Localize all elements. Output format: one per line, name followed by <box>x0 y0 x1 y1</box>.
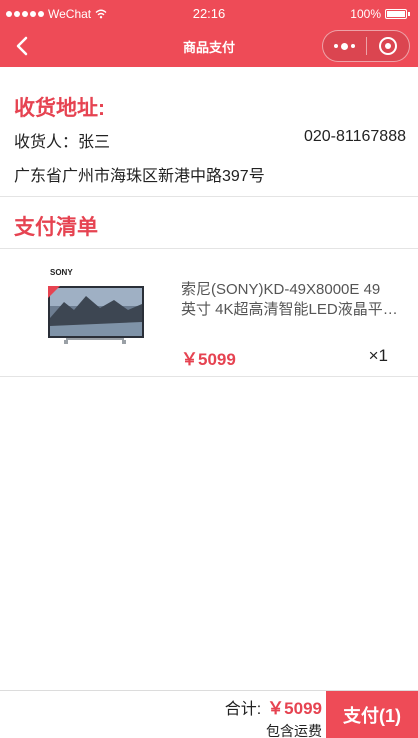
nav-bar: 商品支付 <box>0 26 418 67</box>
battery-label: 100% <box>350 7 381 21</box>
mini-program-capsule <box>322 30 410 62</box>
status-bar: WeChat 22:16 100% <box>0 0 418 26</box>
total-label: 合计: <box>224 701 262 718</box>
receiver-phone: 020-81167888 <box>303 128 406 145</box>
checkout-bar: 合计: ￥5099 包含运费 支付(1) <box>0 690 418 738</box>
battery-group: 100% <box>350 7 410 21</box>
product-quantity: ×1 <box>368 346 388 365</box>
phone-screen: WeChat 22:16 100% 商品支付 收货地址: 收货人：张三 020-… <box>0 0 418 738</box>
receiver-name: 收货人：张三 <box>14 134 111 151</box>
product-name-line: 英寸 4K超高清智能LED液晶平板电视 <box>181 301 409 318</box>
shipping-note: 包含运费 <box>266 723 322 738</box>
product-price: ￥5099 <box>181 350 236 369</box>
more-button[interactable] <box>323 31 366 61</box>
address-detail: 广东省广州市海珠区新港中路397号 <box>14 168 265 185</box>
divider <box>0 196 418 197</box>
target-icon <box>378 37 397 55</box>
total-row: 合计: ￥5099 <box>225 694 322 719</box>
divider <box>0 376 418 377</box>
order-section-title: 支付清单 <box>14 216 98 239</box>
product-name-line: 索尼(SONY)KD-49X8000E 49 <box>181 281 381 298</box>
top-bar: WeChat 22:16 100% 商品支付 <box>0 0 418 67</box>
divider <box>0 248 418 249</box>
total-summary: 合计: ￥5099 包含运费 <box>225 694 322 738</box>
product-name[interactable]: 索尼(SONY)KD-49X8000E 49 英寸 4K超高清智能LED液晶平板… <box>181 280 409 320</box>
close-button[interactable] <box>366 31 409 61</box>
product-image[interactable]: SONY <box>44 266 146 348</box>
product-brand-logo: SONY <box>50 268 73 277</box>
total-amount: ￥5099 <box>267 699 322 718</box>
battery-icon <box>385 9 407 19</box>
pay-button[interactable]: 支付(1) <box>326 691 418 738</box>
address-section-title: 收货地址: <box>14 97 105 120</box>
more-dots-icon <box>333 42 355 50</box>
